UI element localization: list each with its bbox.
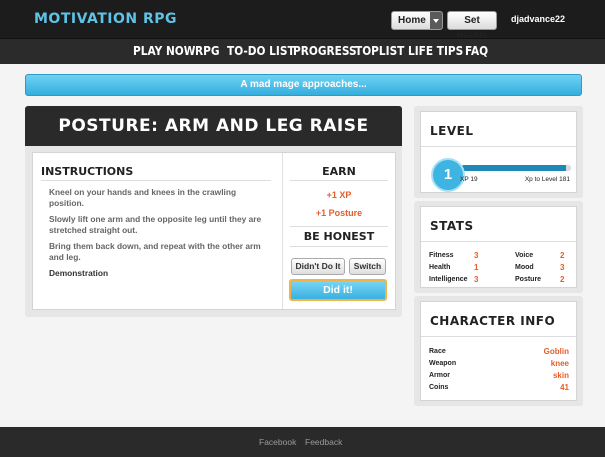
stat-label-health: Health (429, 264, 451, 271)
stat-label-intelligence: Intelligence (429, 276, 468, 283)
nav-faq[interactable]: FAQ (465, 44, 488, 58)
stat-label-mood: Mood (515, 264, 534, 271)
level-title: LEVEL (430, 124, 474, 138)
char-value-race: Goblin (543, 347, 569, 356)
char-label-race: Race (429, 348, 446, 355)
stat-value-mood: 3 (560, 263, 565, 272)
username-link[interactable]: djadvance22 (511, 14, 565, 24)
character-info-title: CHARACTER INFO (430, 314, 556, 328)
stats-panel: STATS Fitness 3 Health 1 Intelligence 3 … (414, 201, 583, 293)
stat-value-fitness: 3 (474, 251, 479, 260)
nav-todo-list[interactable]: TO-DO LIST (227, 44, 295, 58)
stat-value-health: 1 (474, 263, 479, 272)
char-value-weapon: knee (550, 359, 569, 368)
main-nav: PLAY NOW RPG TO-DO LIST PROGRESS TOPLIST… (0, 38, 605, 64)
xp-to-level: Xp to Level 181 (524, 176, 570, 183)
nav-play-now[interactable]: PLAY NOW (133, 44, 195, 58)
level-divider (421, 146, 576, 147)
didnt-do-it-button[interactable]: Didn't Do It (291, 258, 345, 275)
level-panel: LEVEL 1 XP 19 Xp to Level 181 (414, 106, 583, 198)
level-panel-body: LEVEL 1 XP 19 Xp to Level 181 (420, 111, 577, 193)
character-info-body: CHARACTER INFO Race Goblin Weapon knee A… (420, 301, 577, 401)
footer-facebook-link[interactable]: Facebook (259, 437, 296, 447)
nav-rpg[interactable]: RPG (195, 44, 220, 58)
instructions-divider (41, 180, 271, 181)
stat-value-intelligence: 3 (474, 275, 479, 284)
did-it-button[interactable]: Did it! (289, 279, 387, 301)
char-value-coins: 41 (560, 383, 569, 392)
demonstration-link[interactable]: Demonstration (49, 268, 264, 279)
xp-progress-fill (461, 165, 566, 171)
instruction-step: Bring them back down, and repeat with th… (49, 241, 261, 262)
stat-label-posture: Posture (515, 276, 542, 283)
char-label-armor: Armor (429, 372, 451, 379)
xp-current: XP 19 (460, 176, 478, 183)
nav-life-tips[interactable]: LIFE TIPS (408, 44, 463, 58)
brand-logo[interactable]: MOTIVATION RPG (34, 11, 177, 27)
encounter-banner[interactable]: A mad mage approaches... (25, 74, 582, 96)
xp-progress-bar (461, 165, 571, 171)
nav-toplist[interactable]: TOPLIST (355, 44, 404, 58)
honest-divider (290, 226, 388, 227)
set-profile-button[interactable]: Set Profile (447, 11, 497, 43)
instruction-step: Slowly lift one arm and the opposite leg… (49, 214, 262, 235)
character-divider (421, 336, 576, 337)
top-bar: MOTIVATION RPG Home Set Profile djadvanc… (0, 0, 605, 43)
stats-panel-body: STATS Fitness 3 Health 1 Intelligence 3 … (420, 206, 577, 288)
char-label-coins: Coins (429, 384, 449, 391)
instruction-step: Kneel on your hands and knees in the cra… (49, 187, 237, 208)
nav-progress[interactable]: PROGRESS (293, 44, 357, 58)
be-honest-title: BE HONEST (303, 230, 375, 243)
stat-value-voice: 2 (560, 251, 565, 260)
earn-title: EARN (322, 165, 356, 178)
char-value-armor: skin (552, 371, 569, 380)
earn-posture: +1 Posture (315, 208, 363, 218)
char-label-weapon: Weapon (429, 360, 457, 367)
stats-title: STATS (430, 219, 474, 233)
level-badge: 1 (431, 158, 465, 192)
instructions-title: INSTRUCTIONS (41, 165, 134, 178)
character-info-panel: CHARACTER INFO Race Goblin Weapon knee A… (414, 296, 583, 406)
switch-button[interactable]: Switch (349, 258, 386, 275)
chevron-down-icon (430, 12, 442, 29)
stat-label-voice: Voice (515, 252, 534, 259)
task-body: INSTRUCTIONS Kneel on your hands and kne… (32, 152, 396, 310)
home-select[interactable]: Home (391, 11, 443, 30)
task-card: POSTURE: ARM AND LEG RAISE INSTRUCTIONS … (25, 106, 402, 317)
honest-divider-bottom (290, 246, 388, 247)
stat-label-fitness: Fitness (429, 252, 454, 259)
stat-value-posture: 2 (560, 275, 565, 284)
earn-divider (290, 180, 388, 181)
home-select-label: Home (398, 15, 426, 26)
task-title: POSTURE: ARM AND LEG RAISE (58, 116, 369, 136)
stats-divider (421, 241, 576, 242)
footer: Facebook Feedback (0, 427, 605, 457)
footer-feedback-link[interactable]: Feedback (305, 437, 342, 447)
earn-xp: +1 XP (326, 190, 352, 200)
task-header: POSTURE: ARM AND LEG RAISE (25, 106, 402, 146)
